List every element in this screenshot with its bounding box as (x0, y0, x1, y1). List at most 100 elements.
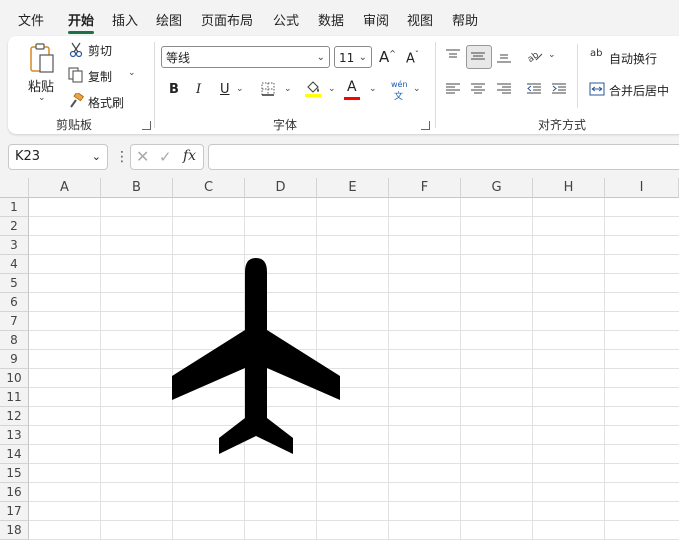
paste-icon[interactable] (28, 42, 56, 76)
copy-button[interactable]: 复制 (88, 68, 112, 85)
font-size-dropdown[interactable]: 11 ⌄ (334, 46, 372, 68)
copy-icon[interactable] (68, 67, 84, 83)
gridline (29, 520, 679, 521)
column-header-b[interactable]: B (101, 178, 173, 198)
tab-view[interactable]: 视图 (407, 10, 433, 29)
cut-icon[interactable] (68, 42, 84, 58)
formula-buttons: ✕ ✓ fx (130, 144, 204, 170)
name-box-value: K23 (15, 149, 41, 164)
paste-dropdown-chevron-icon[interactable]: ⌄ (38, 93, 46, 103)
column-header-a[interactable]: A (29, 178, 101, 198)
merge-center-icon[interactable] (588, 81, 606, 97)
borders-dropdown-chevron-icon[interactable]: ⌄ (284, 84, 292, 94)
merge-center-button[interactable]: 合并后居中 (609, 82, 669, 99)
fill-color-dropdown-chevron-icon[interactable]: ⌄ (328, 84, 336, 94)
column-header-c[interactable]: C (173, 178, 245, 198)
row-header[interactable]: 16 (0, 483, 29, 502)
row-header[interactable]: 9 (0, 350, 29, 369)
increase-font-size-button[interactable]: A^ (379, 48, 396, 66)
row-header[interactable]: 2 (0, 217, 29, 236)
row-header[interactable]: 17 (0, 502, 29, 521)
top-align-icon[interactable] (445, 47, 461, 63)
enter-icon[interactable]: ✓ (159, 148, 172, 166)
column-header-h[interactable]: H (533, 178, 605, 198)
tab-page-layout[interactable]: 页面布局 (201, 10, 253, 29)
column-header-f[interactable]: F (389, 178, 461, 198)
formula-bar: K23 ⌄ ⋮ ✕ ✓ fx (0, 140, 679, 176)
worksheet-grid[interactable]: A B C D E F G H I 1 2 3 4 5 6 7 8 9 10 1… (0, 178, 679, 540)
decrease-indent-icon[interactable] (526, 81, 542, 97)
gridline (460, 198, 461, 540)
align-center-icon[interactable] (470, 81, 486, 97)
tab-formulas[interactable]: 公式 (273, 10, 299, 29)
formula-input[interactable] (208, 144, 679, 170)
font-name-value: 等线 (166, 51, 191, 65)
gridline (29, 463, 679, 464)
row-header[interactable]: 12 (0, 407, 29, 426)
bottom-align-icon[interactable] (496, 49, 512, 65)
insert-function-button[interactable]: fx (183, 148, 196, 164)
cancel-icon[interactable]: ✕ (136, 147, 149, 166)
orientation-dropdown-chevron-icon[interactable]: ⌄ (548, 50, 556, 60)
bold-button[interactable]: B (169, 82, 179, 97)
active-tab-indicator (68, 31, 94, 34)
row-header[interactable]: 14 (0, 445, 29, 464)
phonetic-guide-button[interactable]: wén (391, 80, 408, 89)
clipboard-dialog-launcher-icon[interactable] (142, 121, 151, 130)
name-box[interactable]: K23 ⌄ (8, 144, 108, 170)
tab-data[interactable]: 数据 (318, 10, 344, 29)
tab-insert[interactable]: 插入 (112, 10, 138, 29)
underline-button[interactable]: U (220, 82, 230, 97)
chevron-down-icon[interactable]: ⌄ (92, 145, 101, 169)
font-color-button[interactable]: A (347, 79, 357, 95)
row-header[interactable]: 13 (0, 426, 29, 445)
increase-indent-icon[interactable] (551, 81, 567, 97)
column-header-e[interactable]: E (317, 178, 389, 198)
middle-align-icon (470, 48, 486, 64)
row-header[interactable]: 3 (0, 236, 29, 255)
row-header[interactable]: 1 (0, 198, 29, 217)
gridline (532, 198, 533, 540)
format-painter-button[interactable]: 格式刷 (88, 94, 124, 111)
row-header[interactable]: 11 (0, 388, 29, 407)
font-color-dropdown-chevron-icon[interactable]: ⌄ (369, 84, 377, 94)
cut-button[interactable]: 剪切 (88, 42, 112, 59)
row-header[interactable]: 15 (0, 464, 29, 483)
decrease-font-size-button[interactable]: Aˇ (406, 50, 419, 66)
orientation-icon[interactable]: ab (526, 46, 544, 64)
italic-button[interactable]: I (196, 82, 201, 97)
phonetic-dropdown-chevron-icon[interactable]: ⌄ (413, 84, 421, 94)
align-left-icon[interactable] (445, 81, 461, 97)
tab-file[interactable]: 文件 (18, 10, 44, 29)
tab-draw[interactable]: 绘图 (156, 10, 182, 29)
font-name-dropdown[interactable]: 等线 ⌄ (161, 46, 330, 68)
underline-dropdown-chevron-icon[interactable]: ⌄ (236, 84, 244, 94)
row-header[interactable]: 4 (0, 255, 29, 274)
row-header[interactable]: 8 (0, 331, 29, 350)
font-dialog-launcher-icon[interactable] (421, 121, 430, 130)
airplane-icon[interactable] (170, 258, 342, 458)
column-header-g[interactable]: G (461, 178, 533, 198)
row-header[interactable]: 10 (0, 369, 29, 388)
more-options-icon[interactable]: ⋮ (115, 149, 129, 165)
align-right-icon[interactable] (496, 81, 512, 97)
column-header-i[interactable]: I (605, 178, 679, 198)
tab-home[interactable]: 开始 (68, 10, 94, 29)
gridline (29, 216, 679, 217)
select-all-corner[interactable] (0, 178, 29, 198)
format-painter-icon[interactable] (68, 93, 84, 109)
row-header[interactable]: 5 (0, 274, 29, 293)
group-separator (154, 42, 155, 128)
tab-review[interactable]: 审阅 (363, 10, 389, 29)
row-header[interactable]: 7 (0, 312, 29, 331)
borders-icon[interactable] (260, 81, 276, 97)
fill-color-icon[interactable] (304, 79, 322, 97)
ribbon: 粘贴 ⌄ 剪切 复制 ⌄ 格式刷 剪贴板 等线 ⌄ 11 ⌄ A^ Aˇ B I… (8, 36, 679, 134)
wrap-text-button[interactable]: 自动换行 (609, 50, 657, 67)
row-header[interactable]: 18 (0, 521, 29, 540)
column-header-d[interactable]: D (245, 178, 317, 198)
alignment-group-label: 对齐方式 (538, 118, 587, 132)
copy-dropdown-chevron-icon[interactable]: ⌄ (128, 68, 136, 78)
row-header[interactable]: 6 (0, 293, 29, 312)
tab-help[interactable]: 帮助 (452, 10, 478, 29)
